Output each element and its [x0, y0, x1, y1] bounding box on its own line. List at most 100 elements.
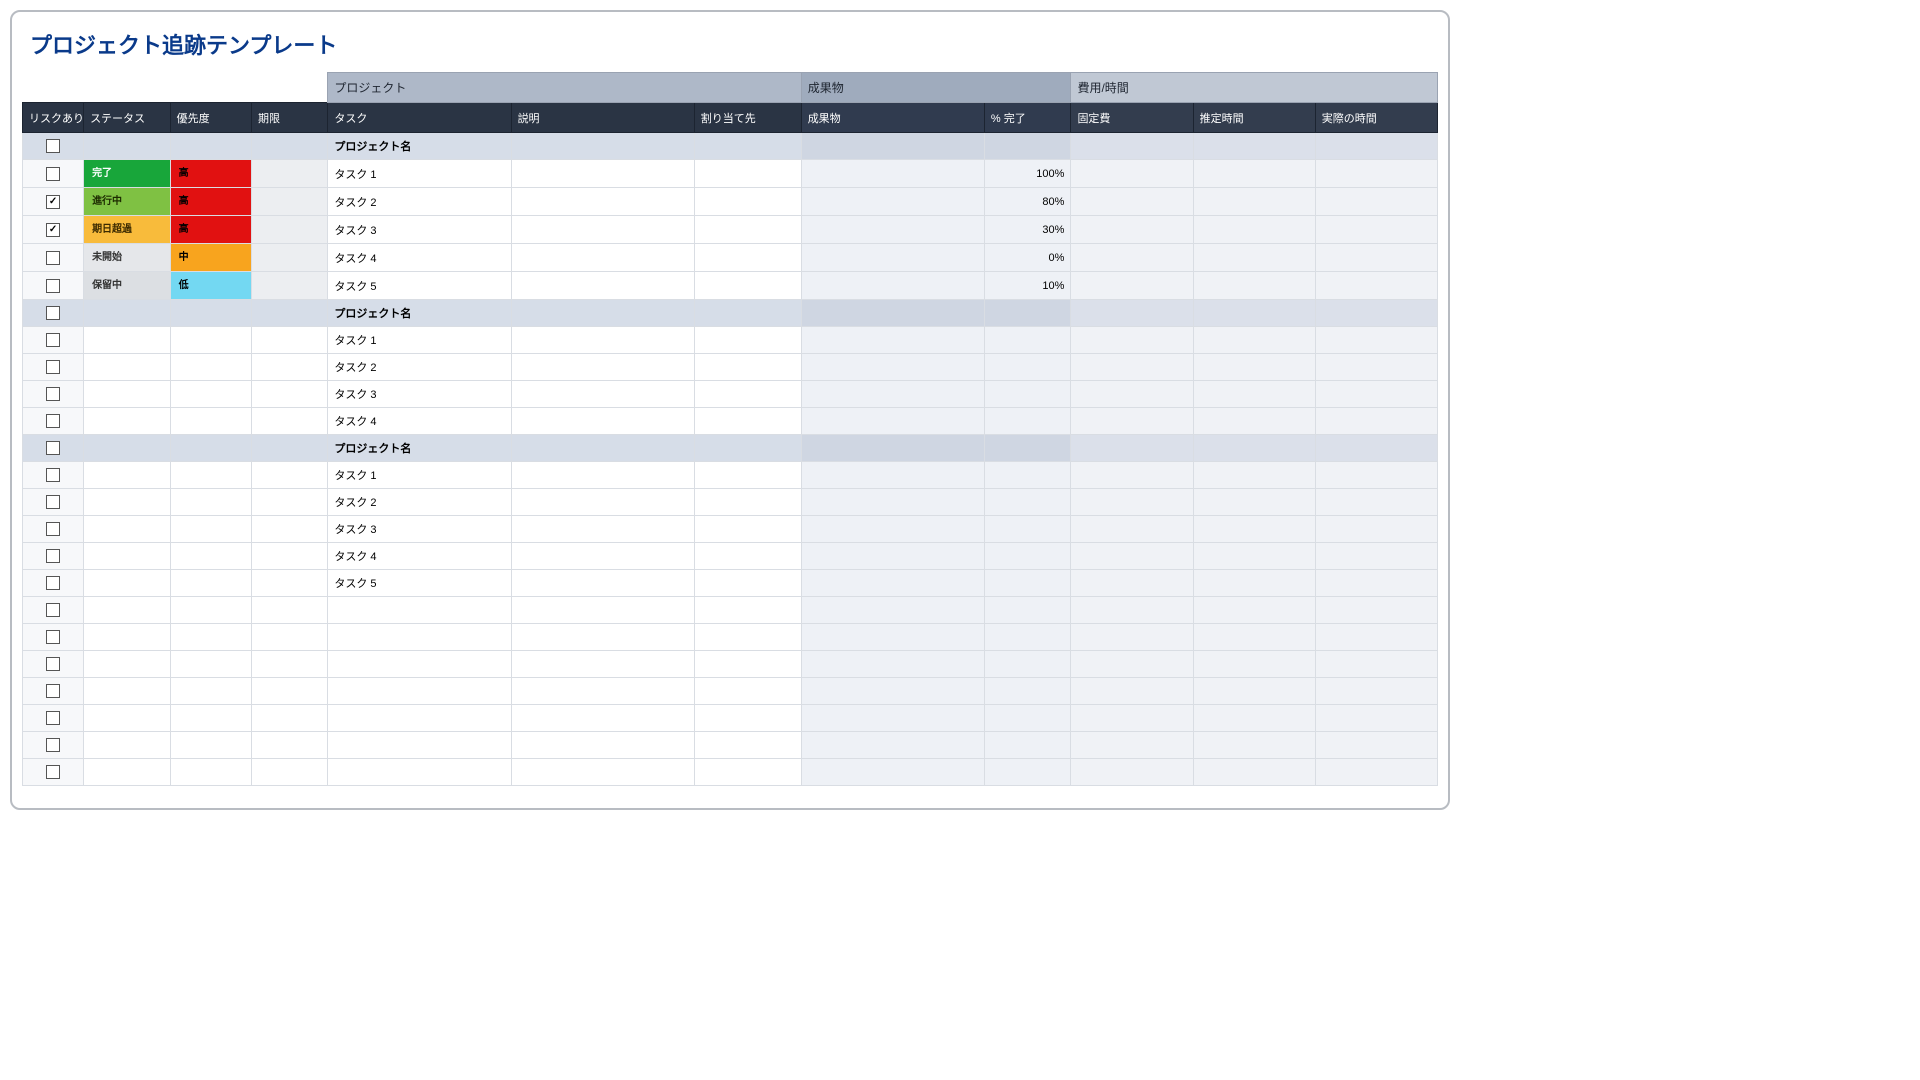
cell-task[interactable]: タスク 4: [328, 244, 511, 272]
cell-deliv[interactable]: [801, 543, 984, 570]
cell-act[interactable]: [1315, 381, 1437, 408]
cell-status[interactable]: [84, 462, 171, 489]
cell-due[interactable]: [252, 543, 328, 570]
cell-deliv[interactable]: [801, 678, 984, 705]
cell-desc[interactable]: [511, 381, 694, 408]
cell-deliv[interactable]: [801, 597, 984, 624]
cell-desc[interactable]: [511, 216, 694, 244]
cell-fixed[interactable]: [1071, 327, 1193, 354]
risk-checkbox[interactable]: [46, 223, 60, 237]
cell-assign[interactable]: [694, 408, 801, 435]
cell-est[interactable]: [1193, 570, 1315, 597]
cell-est[interactable]: [1193, 651, 1315, 678]
cell-priority[interactable]: 中: [170, 244, 251, 272]
cell-pct[interactable]: [984, 354, 1071, 381]
cell-est[interactable]: [1193, 489, 1315, 516]
risk-checkbox-cell[interactable]: [23, 570, 84, 597]
col-act[interactable]: 実際の時間: [1315, 103, 1437, 133]
cell-assign[interactable]: [694, 160, 801, 188]
cell-due[interactable]: [252, 408, 328, 435]
cell-fixed[interactable]: [1071, 597, 1193, 624]
cell-assign[interactable]: [694, 705, 801, 732]
cell-task[interactable]: [328, 732, 511, 759]
cell-fixed[interactable]: [1071, 570, 1193, 597]
risk-checkbox-cell[interactable]: [23, 705, 84, 732]
cell-deliv[interactable]: [801, 272, 984, 300]
risk-checkbox[interactable]: [46, 765, 60, 779]
cell-deliv[interactable]: [801, 705, 984, 732]
cell-priority[interactable]: [170, 759, 251, 786]
priority-badge[interactable]: 中: [171, 244, 251, 271]
cell-assign[interactable]: [694, 244, 801, 272]
cell-task[interactable]: タスク 3: [328, 381, 511, 408]
risk-checkbox-cell[interactable]: [23, 188, 84, 216]
cell-fixed[interactable]: [1071, 651, 1193, 678]
risk-checkbox[interactable]: [46, 495, 60, 509]
cell-priority[interactable]: [170, 516, 251, 543]
cell-priority[interactable]: 高: [170, 188, 251, 216]
risk-checkbox-cell[interactable]: [23, 732, 84, 759]
cell-priority[interactable]: [170, 732, 251, 759]
cell-priority[interactable]: [170, 381, 251, 408]
cell-status[interactable]: [84, 624, 171, 651]
col-est[interactable]: 推定時間: [1193, 103, 1315, 133]
cell-pct[interactable]: [984, 624, 1071, 651]
risk-checkbox-cell[interactable]: [23, 216, 84, 244]
risk-checkbox-cell[interactable]: [23, 435, 84, 462]
col-pct[interactable]: % 完了: [984, 103, 1071, 133]
cell-act[interactable]: [1315, 408, 1437, 435]
cell-desc[interactable]: [511, 188, 694, 216]
cell-assign[interactable]: [694, 188, 801, 216]
risk-checkbox[interactable]: [46, 167, 60, 181]
risk-checkbox-cell[interactable]: [23, 300, 84, 327]
status-badge[interactable]: 保留中: [84, 272, 170, 299]
cell-task[interactable]: [328, 624, 511, 651]
risk-checkbox[interactable]: [46, 684, 60, 698]
cell-desc[interactable]: [511, 543, 694, 570]
cell-desc[interactable]: [511, 354, 694, 381]
cell-desc[interactable]: [511, 597, 694, 624]
cell-deliv[interactable]: [801, 732, 984, 759]
cell-fixed[interactable]: [1071, 216, 1193, 244]
risk-checkbox[interactable]: [46, 711, 60, 725]
cell-pct[interactable]: [984, 381, 1071, 408]
cell-status[interactable]: [84, 732, 171, 759]
cell-task[interactable]: [328, 597, 511, 624]
cell-pct[interactable]: [984, 732, 1071, 759]
cell-desc[interactable]: [511, 732, 694, 759]
risk-checkbox[interactable]: [46, 251, 60, 265]
cell-pct[interactable]: [984, 462, 1071, 489]
cell-est[interactable]: [1193, 732, 1315, 759]
cell-est[interactable]: [1193, 244, 1315, 272]
cell-due[interactable]: [252, 651, 328, 678]
cell-due[interactable]: [252, 244, 328, 272]
col-task[interactable]: タスク: [328, 103, 511, 133]
cell-due[interactable]: [252, 678, 328, 705]
risk-checkbox[interactable]: [46, 279, 60, 293]
cell-est[interactable]: [1193, 624, 1315, 651]
risk-checkbox-cell[interactable]: [23, 759, 84, 786]
risk-checkbox[interactable]: [46, 468, 60, 482]
cell-est[interactable]: [1193, 543, 1315, 570]
cell-act[interactable]: [1315, 705, 1437, 732]
cell-status[interactable]: [84, 759, 171, 786]
cell-pct[interactable]: 10%: [984, 272, 1071, 300]
cell-status[interactable]: [84, 354, 171, 381]
cell-fixed[interactable]: [1071, 732, 1193, 759]
cell-priority[interactable]: 高: [170, 160, 251, 188]
cell-pct[interactable]: 100%: [984, 160, 1071, 188]
cell-est[interactable]: [1193, 327, 1315, 354]
cell-priority[interactable]: [170, 597, 251, 624]
cell-assign[interactable]: [694, 272, 801, 300]
risk-checkbox-cell[interactable]: [23, 516, 84, 543]
risk-checkbox-cell[interactable]: [23, 678, 84, 705]
cell-status[interactable]: [84, 381, 171, 408]
cell-assign[interactable]: [694, 516, 801, 543]
priority-badge[interactable]: 高: [171, 188, 251, 215]
risk-checkbox-cell[interactable]: [23, 381, 84, 408]
cell-act[interactable]: [1315, 489, 1437, 516]
cell-desc[interactable]: [511, 705, 694, 732]
cell-task[interactable]: タスク 1: [328, 160, 511, 188]
cell-task[interactable]: タスク 2: [328, 354, 511, 381]
cell-est[interactable]: [1193, 408, 1315, 435]
